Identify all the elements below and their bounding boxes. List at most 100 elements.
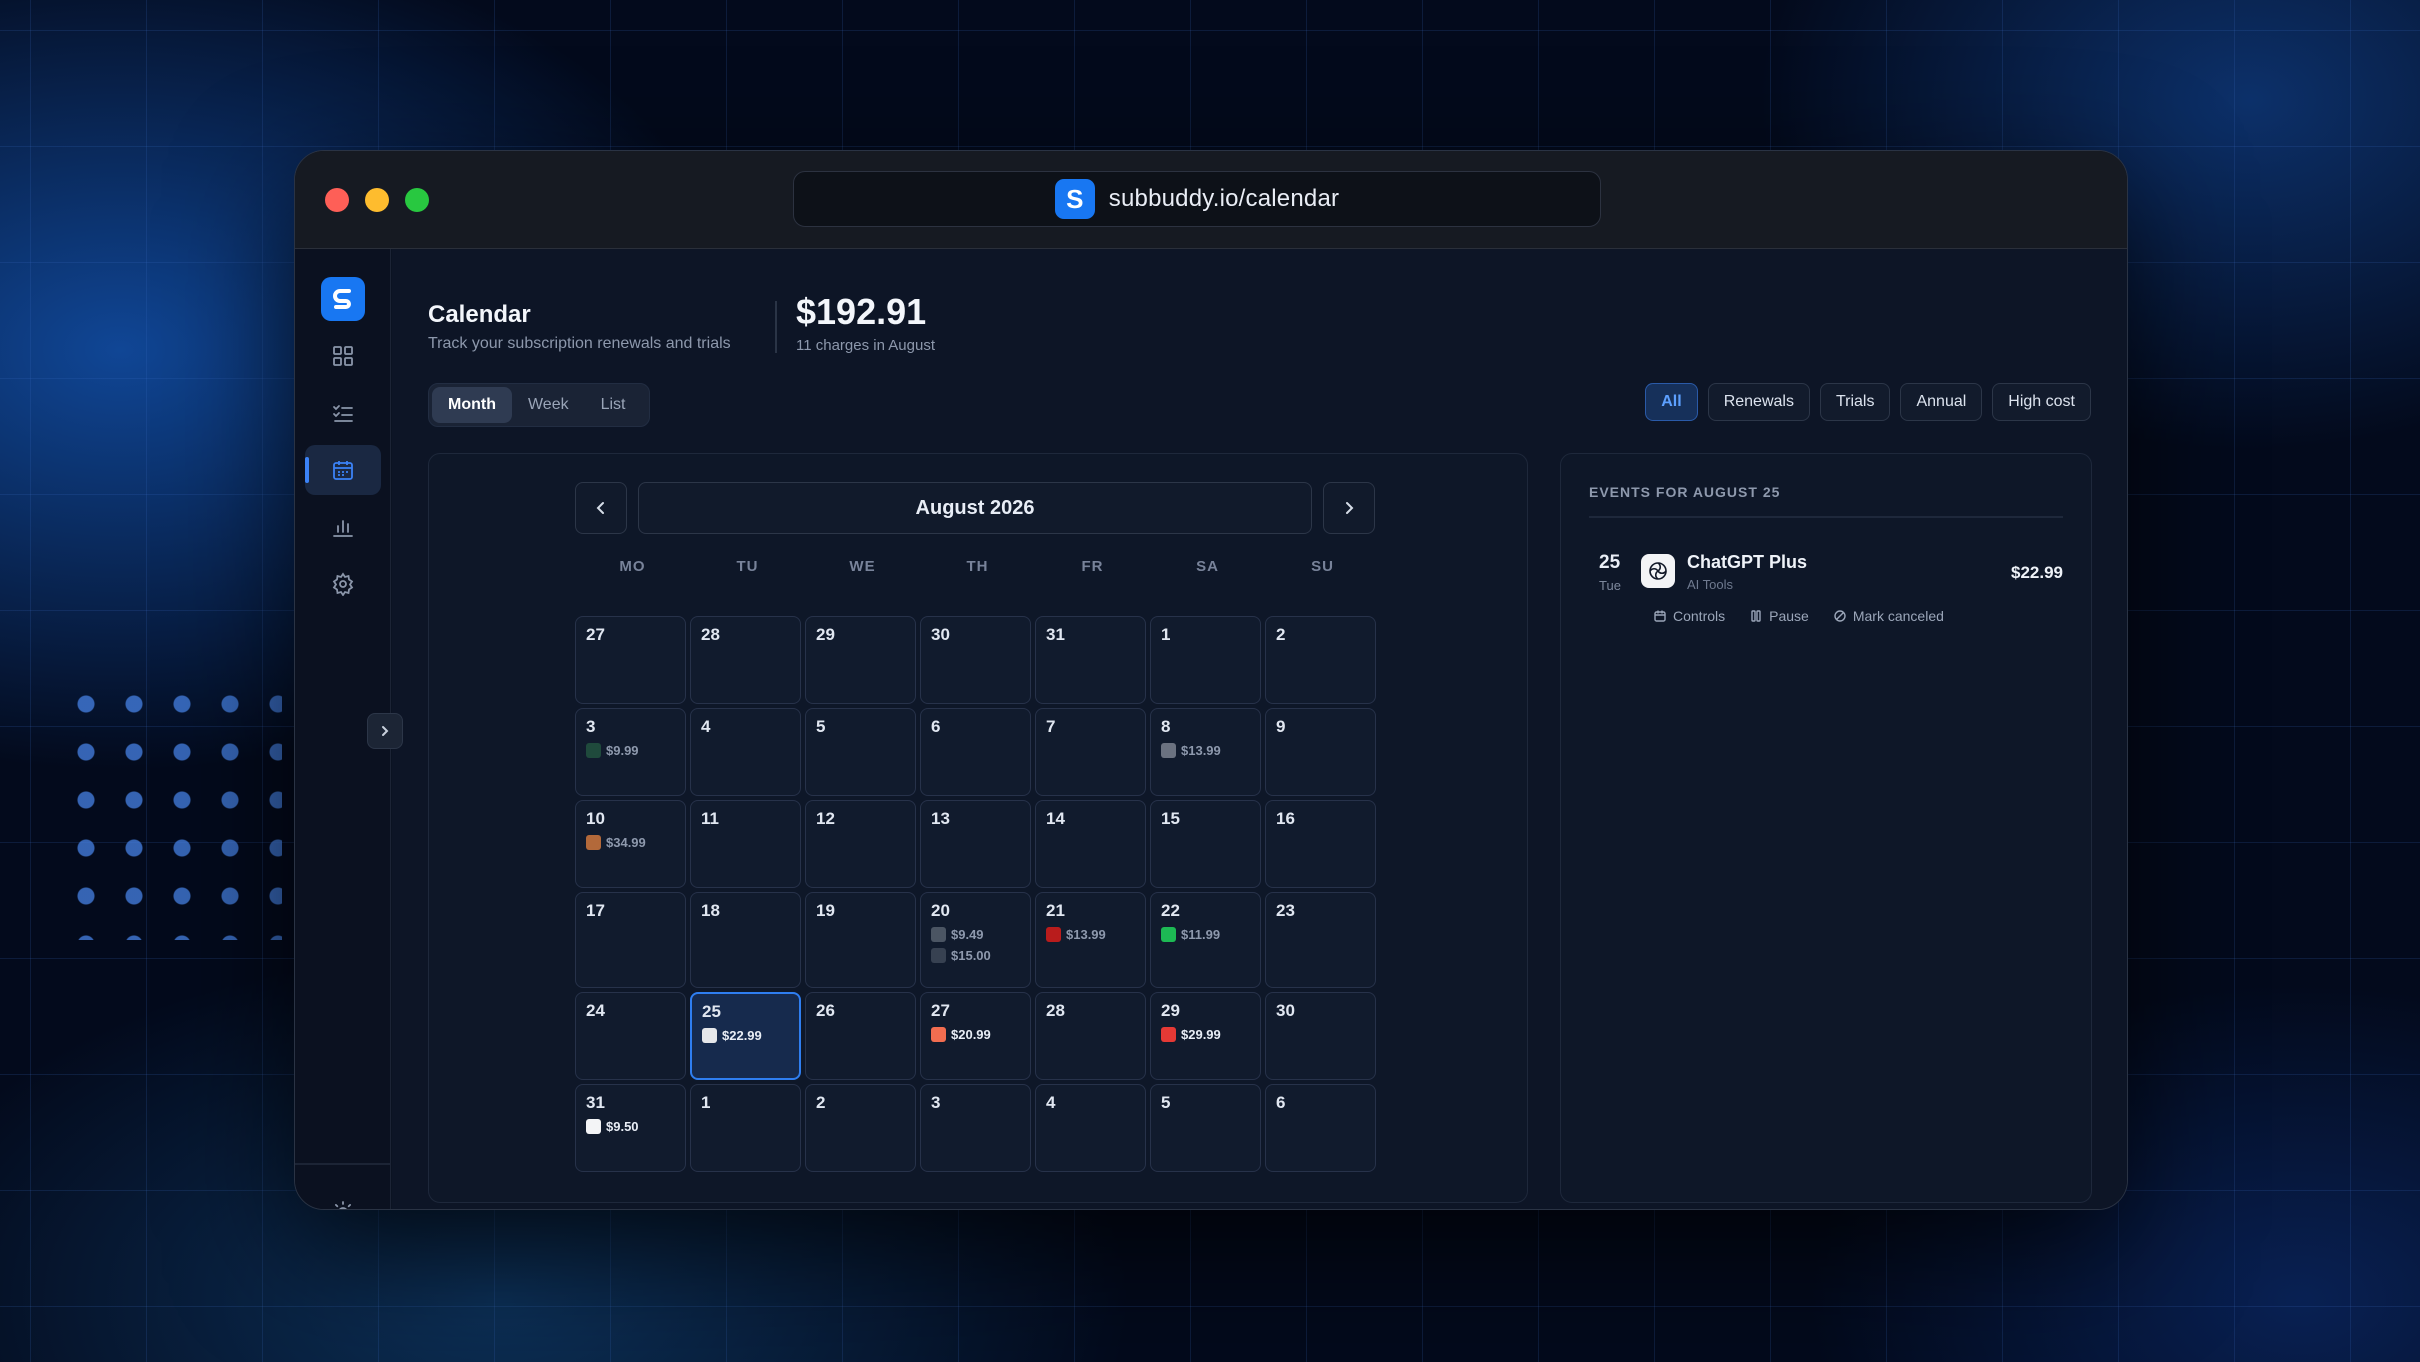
calendar-event[interactable]: $22.99 [702, 1028, 789, 1043]
calendar-day-cell[interactable]: 28 [1035, 992, 1146, 1080]
filter-all[interactable]: All [1645, 383, 1698, 421]
day-number: 4 [701, 717, 711, 736]
notion-icon [586, 1119, 601, 1134]
calendar-day-cell[interactable]: 28 [690, 616, 801, 704]
calendar-day-cell[interactable]: 24 [575, 992, 686, 1080]
calendar-day-cell[interactable]: 20 $9.49 $15.00 [920, 892, 1031, 988]
app-logo-icon[interactable] [321, 277, 365, 321]
filter-trials[interactable]: Trials [1819, 383, 1891, 421]
calendar-day-cell[interactable]: 3 $9.99 [575, 708, 686, 796]
calendar-day-cell[interactable]: 23 [1265, 892, 1376, 988]
event-name[interactable]: ChatGPT Plus [1687, 552, 1807, 573]
filter-renewals[interactable]: Renewals [1707, 383, 1810, 421]
calendar-day-cell[interactable]: 17 [575, 892, 686, 988]
calendar-day-cell[interactable]: 13 [920, 800, 1031, 888]
expand-sidebar-button[interactable] [367, 713, 403, 749]
calendar-day-cell[interactable]: 4 [1035, 1084, 1146, 1172]
minimize-window-button[interactable] [365, 188, 389, 212]
calendar-day-cell[interactable]: 27 [575, 616, 686, 704]
sidebar-item-calendar[interactable] [305, 445, 381, 495]
calendar-day-cell[interactable]: 2 [1265, 616, 1376, 704]
calendar-event[interactable]: $9.50 [586, 1119, 675, 1134]
calendar-day-cell[interactable]: 22 $11.99 [1150, 892, 1261, 988]
weekday-label: TU [736, 558, 759, 575]
calendar-day-cell[interactable]: 30 [1265, 992, 1376, 1080]
calendar-event[interactable]: $13.99 [1161, 743, 1250, 758]
event-amount: $9.50 [606, 1119, 639, 1134]
day-number: 30 [931, 625, 950, 644]
calendar-day-cell[interactable]: 14 [1035, 800, 1146, 888]
calendar-day-cell[interactable]: 7 [1035, 708, 1146, 796]
day-number: 12 [816, 809, 835, 828]
mark-canceled-button[interactable]: Mark canceled [1833, 608, 1944, 624]
sidebar-item-settings[interactable] [305, 559, 381, 609]
day-number: 10 [586, 809, 605, 828]
calendar-event[interactable]: $29.99 [1161, 1027, 1250, 1042]
day-number: 2 [816, 1093, 826, 1112]
tab-month[interactable]: Month [432, 387, 512, 423]
calendar-event[interactable]: $34.99 [586, 835, 675, 850]
calendar-day-cell[interactable]: 5 [805, 708, 916, 796]
calendar-day-cell[interactable]: 16 [1265, 800, 1376, 888]
close-window-button[interactable] [325, 188, 349, 212]
calendar-event[interactable]: $13.99 [1046, 927, 1135, 942]
day-number: 21 [1046, 901, 1065, 920]
controls-button[interactable]: Controls [1653, 608, 1725, 624]
chatgpt-icon [1641, 554, 1675, 588]
sidebar-item-dashboard[interactable] [305, 331, 381, 381]
filter-high-cost[interactable]: High cost [1992, 383, 2091, 421]
day-number: 27 [586, 625, 605, 644]
weekday-label: FR [1081, 558, 1104, 575]
calendar-day-cell[interactable]: 9 [1265, 708, 1376, 796]
event-weekday: Tue [1599, 578, 1621, 593]
day-number: 24 [586, 1001, 605, 1020]
calendar-event[interactable]: $20.99 [931, 1027, 1020, 1042]
pause-button[interactable]: Pause [1749, 608, 1809, 624]
sidebar-item-subscriptions[interactable] [305, 388, 381, 438]
next-month-button[interactable] [1323, 482, 1375, 534]
calendar-day-cell[interactable]: 27 $20.99 [920, 992, 1031, 1080]
calendar-day-cell[interactable]: 5 [1150, 1084, 1261, 1172]
calendar-day-cell[interactable]: 21 $13.99 [1035, 892, 1146, 988]
previous-month-button[interactable] [575, 482, 627, 534]
calendar-day-cell[interactable]: 29 [805, 616, 916, 704]
calendar-event[interactable]: $9.49 [931, 927, 1020, 942]
sidebar-item-analytics[interactable] [305, 502, 381, 552]
calendar-day-cell[interactable]: 2 [805, 1084, 916, 1172]
calendar-day-cell[interactable]: 26 [805, 992, 916, 1080]
calendar-day-cell[interactable]: 25 $22.99 [690, 992, 801, 1080]
calendar-event[interactable]: $11.99 [1161, 927, 1250, 942]
maximize-window-button[interactable] [405, 188, 429, 212]
calendar-day-cell[interactable]: 6 [920, 708, 1031, 796]
day-number: 18 [701, 901, 720, 920]
dashboard-grid-icon [333, 346, 353, 366]
calendar-event[interactable]: $15.00 [931, 948, 1020, 963]
calendar-day-cell[interactable]: 3 [920, 1084, 1031, 1172]
tab-week[interactable]: Week [512, 387, 585, 423]
calendar-day-cell[interactable]: 29 $29.99 [1150, 992, 1261, 1080]
calendar-day-cell[interactable]: 8 $13.99 [1150, 708, 1261, 796]
calendar-day-cell[interactable]: 10 $34.99 [575, 800, 686, 888]
github-icon [931, 927, 946, 942]
calendar-day-cell[interactable]: 12 [805, 800, 916, 888]
calendar-day-cell[interactable]: 15 [1150, 800, 1261, 888]
spotify-icon [1161, 927, 1176, 942]
tab-list[interactable]: List [585, 387, 642, 423]
calendar-day-cell[interactable]: 6 [1265, 1084, 1376, 1172]
main-content: Calendar Track your subscription renewal… [392, 249, 2127, 1209]
calendar-day-cell[interactable]: 1 [1150, 616, 1261, 704]
calendar-day-cell[interactable]: 31 $9.50 [575, 1084, 686, 1172]
address-bar[interactable]: S subbuddy.io/calendar [793, 171, 1601, 227]
calendar-day-cell[interactable]: 4 [690, 708, 801, 796]
calendar-day-cell[interactable]: 1 [690, 1084, 801, 1172]
theme-toggle-button[interactable] [305, 1187, 381, 1209]
calendar-day-cell[interactable]: 18 [690, 892, 801, 988]
calendar-day-cell[interactable]: 30 [920, 616, 1031, 704]
calendar-day-cell[interactable]: 19 [805, 892, 916, 988]
weekday-label: SA [1196, 558, 1219, 575]
calendar-day-cell[interactable]: 31 [1035, 616, 1146, 704]
calendar-event[interactable]: $9.99 [586, 743, 675, 758]
calendar-day-cell[interactable]: 11 [690, 800, 801, 888]
day-number: 2 [1276, 625, 1286, 644]
filter-annual[interactable]: Annual [1900, 383, 1983, 421]
